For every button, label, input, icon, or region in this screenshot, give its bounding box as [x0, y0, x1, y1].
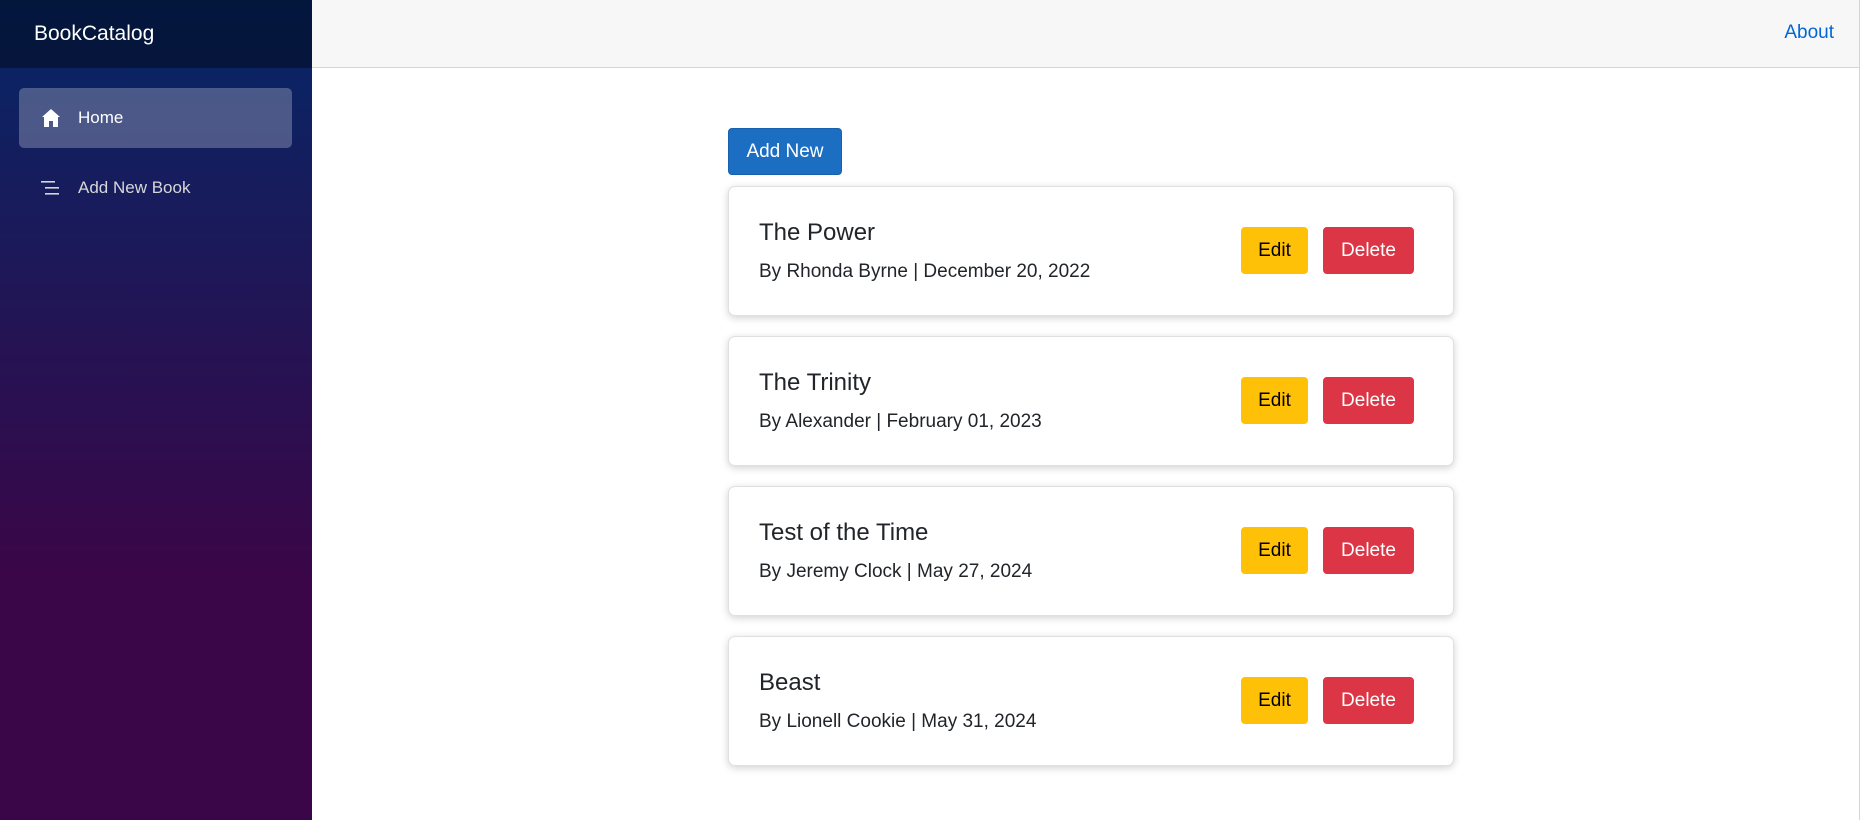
delete-button[interactable]: Delete	[1323, 377, 1414, 424]
main-content: Add New The Power By Rhonda Byrne | Dece…	[728, 128, 1454, 766]
card-actions: Edit Delete	[1241, 227, 1414, 274]
book-meta: By Rhonda Byrne | December 20, 2022	[759, 261, 1091, 282]
book-meta: By Jeremy Clock | May 27, 2024	[759, 561, 1033, 582]
book-meta: By Alexander | February 01, 2023	[759, 411, 1042, 432]
book-card: The Power By Rhonda Byrne | December 20,…	[728, 186, 1454, 316]
card-actions: Edit Delete	[1241, 677, 1414, 724]
delete-button[interactable]: Delete	[1323, 677, 1414, 724]
book-card: Beast By Lionell Cookie | May 31, 2024 E…	[728, 636, 1454, 766]
sidebar-nav: Home Add New Book	[0, 68, 312, 218]
sidebar-item-add-new-book[interactable]: Add New Book	[19, 158, 292, 218]
card-actions: Edit Delete	[1241, 377, 1414, 424]
sidebar-item-label: Home	[78, 108, 124, 127]
book-meta: By Lionell Cookie | May 31, 2024	[759, 711, 1037, 732]
delete-button[interactable]: Delete	[1323, 527, 1414, 574]
app-root: BookCatalog Home Add New Book About Add …	[0, 0, 1865, 820]
home-icon	[39, 106, 63, 130]
book-title: The Trinity	[759, 369, 872, 396]
brand-bar: BookCatalog	[0, 0, 312, 68]
card-actions: Edit Delete	[1241, 527, 1414, 574]
delete-button[interactable]: Delete	[1323, 227, 1414, 274]
book-card: The Trinity By Alexander | February 01, …	[728, 336, 1454, 466]
top-bar: About	[312, 0, 1860, 68]
brand-link[interactable]: BookCatalog	[34, 22, 154, 46]
sidebar-item-home[interactable]: Home	[19, 88, 292, 148]
sidebar-item-label: Add New Book	[78, 178, 191, 197]
book-card: Test of the Time By Jeremy Clock | May 2…	[728, 486, 1454, 616]
edit-button[interactable]: Edit	[1241, 677, 1308, 724]
edit-button[interactable]: Edit	[1241, 227, 1308, 274]
add-new-button[interactable]: Add New	[728, 128, 842, 175]
sidebar: BookCatalog Home Add New Book	[0, 0, 312, 820]
divider	[1859, 0, 1860, 820]
book-title: The Power	[759, 219, 876, 246]
list-icon	[39, 176, 63, 200]
edit-button[interactable]: Edit	[1241, 377, 1308, 424]
edit-button[interactable]: Edit	[1241, 527, 1308, 574]
book-title: Test of the Time	[759, 519, 929, 546]
about-link[interactable]: About	[1784, 22, 1834, 44]
book-title: Beast	[759, 669, 821, 696]
